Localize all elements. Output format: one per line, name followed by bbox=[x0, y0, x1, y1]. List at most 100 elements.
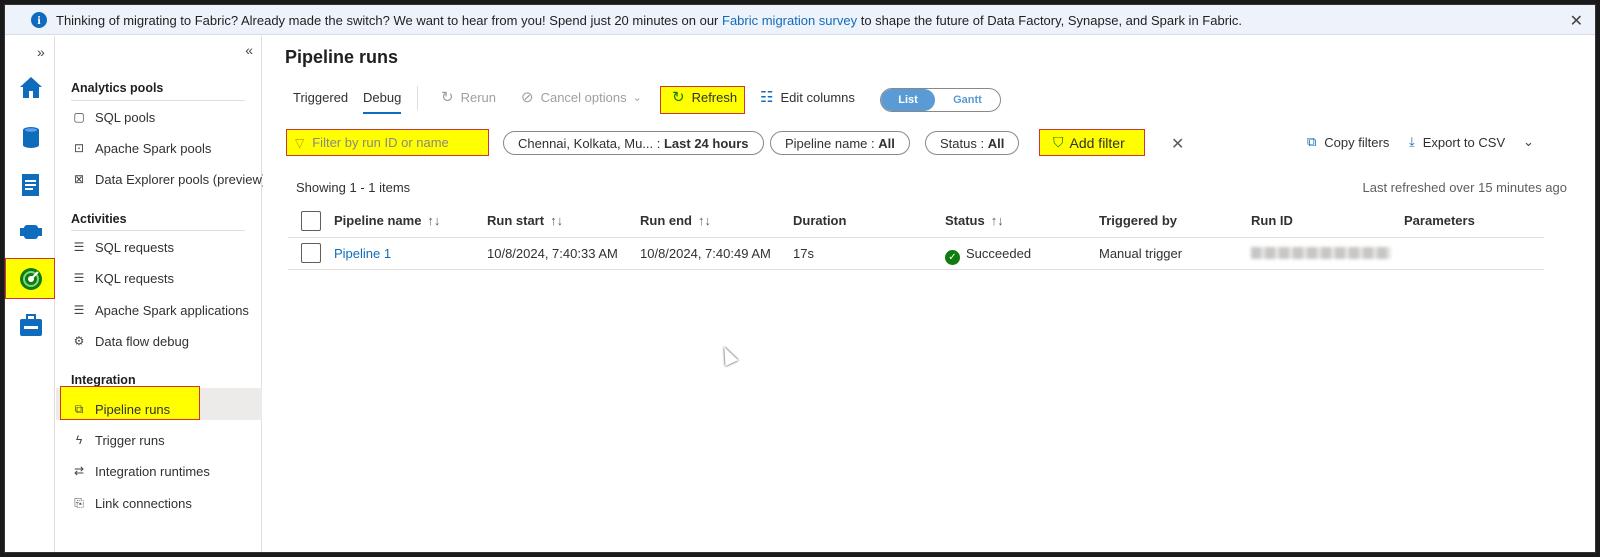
survey-link[interactable]: Fabric migration survey bbox=[722, 13, 857, 28]
col-header-run-end[interactable]: Run end ↑↓ bbox=[640, 213, 711, 228]
tab-triggered[interactable]: Triggered bbox=[293, 90, 348, 105]
col-header-pipeline-name[interactable]: Pipeline name ↑↓ bbox=[334, 213, 440, 228]
copy-icon: ⧉ bbox=[1307, 134, 1317, 149]
select-all-checkbox[interactable] bbox=[301, 211, 321, 231]
columns-icon: ☷ bbox=[760, 89, 774, 106]
sidebar-item-label: SQL requests bbox=[95, 239, 175, 255]
sidebar-item-data-flow-debug[interactable]: ⚙ Data flow debug bbox=[71, 330, 189, 352]
section-title-analytics-pools: Analytics pools bbox=[71, 81, 164, 95]
sidebar-item-data-explorer-pools[interactable]: ⊠ Data Explorer pools (preview) bbox=[71, 168, 266, 190]
run-end-cell: 10/8/2024, 7:40:49 AM bbox=[640, 246, 771, 261]
view-gantt-option[interactable]: Gantt bbox=[935, 89, 1000, 111]
filter-search-input[interactable]: ▽ Filter by run ID or name bbox=[286, 129, 489, 156]
sort-icon: ↑↓ bbox=[427, 213, 441, 228]
sidebar-item-label: Data flow debug bbox=[95, 333, 189, 349]
export-csv-button[interactable]: ⤓ Export to CSV bbox=[1409, 134, 1505, 150]
survey-banner: i Thinking of migrating to Fabric? Alrea… bbox=[5, 5, 1595, 35]
pipeline-filter-value: All bbox=[878, 135, 895, 151]
app-window: i Thinking of migrating to Fabric? Alrea… bbox=[4, 4, 1596, 553]
header-divider bbox=[288, 237, 1544, 238]
col-header-run-id[interactable]: Run ID bbox=[1251, 213, 1293, 228]
sidebar-item-label: Integration runtimes bbox=[95, 463, 210, 479]
link-icon: ⎘ bbox=[74, 495, 84, 510]
sidebar-item-sql-pools[interactable]: ▢ SQL pools bbox=[71, 106, 155, 128]
manage-icon[interactable] bbox=[18, 313, 44, 339]
export-csv-label: Export to CSV bbox=[1422, 134, 1506, 150]
section-divider bbox=[71, 230, 245, 231]
refresh-icon: ↻ bbox=[672, 89, 685, 106]
status-filter-label: Status bbox=[940, 135, 977, 151]
expand-icon[interactable]: » bbox=[37, 44, 45, 60]
develop-icon[interactable] bbox=[18, 172, 44, 198]
view-toggle[interactable]: List Gantt bbox=[880, 88, 1001, 112]
duration-cell: 17s bbox=[793, 246, 814, 261]
sidebar-item-label: SQL pools bbox=[95, 109, 156, 125]
mouse-cursor-icon bbox=[717, 343, 739, 367]
timezone-filter-pill[interactable]: Chennai, Kolkata, Mu... : Last 24 hours bbox=[503, 131, 764, 155]
add-filter-label: Add filter bbox=[1069, 134, 1125, 151]
sidebar-item-label: Trigger runs bbox=[95, 432, 165, 448]
sidebar-item-label: KQL requests bbox=[95, 270, 175, 286]
col-header-duration[interactable]: Duration bbox=[793, 213, 846, 228]
sidebar-item-trigger-runs[interactable]: ϟ Trigger runs bbox=[71, 429, 165, 451]
sort-icon: ↑↓ bbox=[990, 213, 1004, 228]
run-start-cell: 10/8/2024, 7:40:33 AM bbox=[487, 246, 618, 261]
rerun-button[interactable]: ↻ Rerun bbox=[441, 88, 496, 106]
pipeline-name-filter-pill[interactable]: Pipeline name : All bbox=[770, 131, 910, 155]
main-content: Pipeline runs Triggered Debug ↻ Rerun ⊘ Ca… bbox=[263, 36, 1595, 552]
sidebar-item-label: Pipeline runs bbox=[95, 401, 171, 417]
monitor-sidebar: « Analytics pools ▢ SQL pools ⊡ Apache Spa… bbox=[56, 36, 266, 552]
close-icon[interactable]: ✕ bbox=[1570, 11, 1583, 31]
rerun-label: Rerun bbox=[460, 89, 496, 105]
collapse-icon[interactable]: « bbox=[245, 42, 253, 58]
status-cell: ✓ Succeeded bbox=[945, 246, 1031, 265]
edit-columns-button[interactable]: ☷ Edit columns bbox=[760, 88, 855, 106]
trigger-icon: ϟ bbox=[75, 433, 83, 447]
more-chevron-icon[interactable]: ⌄ bbox=[1523, 134, 1534, 150]
col-header-triggered-by[interactable]: Triggered by bbox=[1099, 213, 1177, 228]
edit-columns-label: Edit columns bbox=[780, 89, 855, 105]
sidebar-item-pipeline-runs[interactable]: ⧉ Pipeline runs bbox=[71, 398, 170, 420]
column-label: Run end bbox=[640, 213, 692, 228]
last-refreshed: Last refreshed over 15 minutes ago bbox=[1362, 180, 1567, 195]
view-list-option[interactable]: List bbox=[881, 89, 935, 111]
clear-filters-icon[interactable]: ✕ bbox=[1171, 134, 1184, 154]
sidebar-item-spark-applications[interactable]: ☰ Apache Spark applications bbox=[71, 299, 249, 321]
sidebar-item-kql-requests[interactable]: ☰ KQL requests bbox=[71, 267, 174, 289]
refresh-button[interactable]: ↻ Refresh bbox=[672, 88, 737, 106]
toolbar-divider bbox=[417, 86, 418, 110]
sidebar-item-label: Link connections bbox=[95, 495, 192, 511]
section-divider bbox=[71, 100, 245, 101]
chevron-down-icon: ⌄ bbox=[632, 91, 642, 104]
col-header-status[interactable]: Status ↑↓ bbox=[945, 213, 1004, 228]
data-explorer-icon: ⊠ bbox=[73, 172, 85, 186]
download-icon: ⤓ bbox=[1409, 134, 1415, 149]
column-label: Run start bbox=[487, 213, 545, 228]
refresh-label: Refresh bbox=[691, 89, 738, 105]
timezone-value: Last 24 hours bbox=[663, 135, 749, 151]
cancel-options-button[interactable]: ⊘ Cancel options ⌄ bbox=[521, 88, 642, 106]
integrate-icon[interactable] bbox=[18, 219, 44, 245]
tab-debug[interactable]: Debug bbox=[363, 90, 401, 105]
cancel-options-label: Cancel options bbox=[540, 89, 627, 105]
col-header-parameters[interactable]: Parameters bbox=[1404, 213, 1475, 228]
nav-rail: » bbox=[5, 36, 55, 552]
sort-icon: ↑↓ bbox=[698, 213, 711, 228]
monitor-icon[interactable] bbox=[18, 266, 44, 292]
status-filter-pill[interactable]: Status : All bbox=[925, 131, 1020, 155]
section-title-integration: Integration bbox=[71, 373, 136, 387]
sidebar-item-sql-requests[interactable]: ☰ SQL requests bbox=[71, 236, 174, 258]
pipeline-name-link[interactable]: Pipeline 1 bbox=[334, 246, 391, 261]
add-filter-button[interactable]: ⛉ Add filter bbox=[1053, 134, 1125, 151]
col-header-run-start[interactable]: Run start ↑↓ bbox=[487, 213, 563, 228]
sidebar-item-link-connections[interactable]: ⎘ Link connections bbox=[71, 492, 192, 514]
sidebar-item-spark-pools[interactable]: ⊡ Apache Spark pools bbox=[71, 137, 211, 159]
redacted-run-id bbox=[1251, 247, 1391, 259]
sidebar-item-integration-runtimes[interactable]: ⇄ Integration runtimes bbox=[71, 460, 210, 482]
item-count: Showing 1 - 1 items bbox=[296, 180, 411, 195]
copy-filters-button[interactable]: ⧉ Copy filters bbox=[1307, 134, 1389, 150]
row-checkbox[interactable] bbox=[301, 243, 321, 263]
pipeline-icon: ⧉ bbox=[74, 401, 84, 416]
home-icon[interactable] bbox=[18, 74, 44, 100]
data-icon[interactable] bbox=[18, 124, 44, 150]
